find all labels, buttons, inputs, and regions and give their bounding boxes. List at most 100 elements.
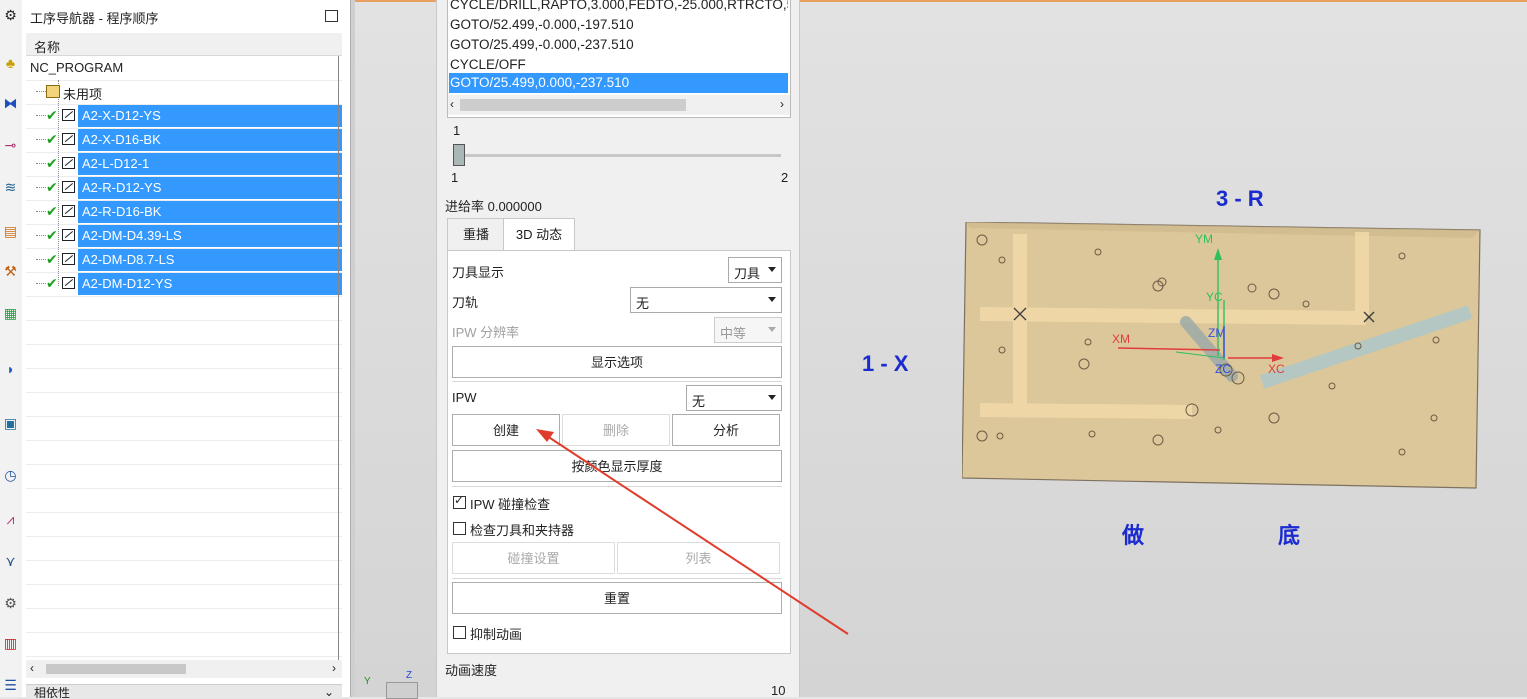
path-icon[interactable]: ⩘ (1, 510, 20, 529)
xc-label: XC (1268, 362, 1285, 376)
slider-track[interactable] (457, 154, 781, 157)
ipw-resolution-label: IPW 分辨率 (452, 325, 520, 340)
ipw-select[interactable]: 无 (686, 385, 782, 411)
tree-row-op[interactable]: ✔ A2-DM-D4.39-LS (26, 224, 342, 249)
clock-icon[interactable]: ◷ (1, 466, 20, 485)
scroll-right-icon[interactable]: › (780, 97, 784, 111)
code-line[interactable]: GOTO/52.499,-0.000,-197.510 (449, 15, 788, 35)
triad-z-label: Z (406, 670, 413, 681)
maximize-icon[interactable] (325, 10, 338, 22)
tool-icon[interactable]: ⚒ (1, 262, 20, 281)
tool-display-value: 刀具 (734, 266, 761, 281)
display-options-button[interactable]: 显示选项 (452, 346, 782, 378)
empty-row (26, 632, 342, 657)
fixture-icon[interactable]: ⚙ (1, 594, 20, 613)
tree-row-op[interactable]: ✔ A2-X-D16-BK (26, 128, 342, 153)
tree-row-unused[interactable]: 未用项 (26, 80, 342, 105)
unused-label: 未用项 (63, 87, 103, 102)
selection-highlight: A2-L-D12-1 (78, 153, 342, 175)
scroll-thumb[interactable] (460, 99, 686, 111)
triad-y-label: Y (364, 676, 371, 687)
xm-axis (1117, 347, 1221, 351)
empty-row (26, 296, 342, 321)
scroll-right-icon[interactable]: › (332, 661, 336, 675)
suppress-animation-checkbox[interactable] (453, 626, 466, 639)
block-icon[interactable]: ▤ (1, 222, 20, 241)
operation-icon[interactable]: ≋ (1, 178, 20, 197)
toolpath-value: 无 (636, 296, 650, 311)
horizontal-scrollbar[interactable]: ‹ › (26, 660, 342, 678)
report-icon[interactable]: ▥ (1, 634, 20, 653)
folder-icon (46, 85, 60, 98)
ipw-collision-checkbox[interactable] (453, 493, 466, 509)
arrow-shaft (543, 433, 849, 635)
operation-label: A2-DM-D4.39-LS (82, 228, 182, 243)
selection-highlight: A2-DM-D8.7-LS (78, 249, 342, 271)
xm-label: XM (1112, 332, 1130, 346)
column-header-name[interactable]: 名称 (26, 33, 342, 56)
assembly-icon[interactable]: ♣ (1, 54, 20, 73)
tool-display-select[interactable]: 刀具 (728, 257, 782, 283)
view-triad[interactable]: Y Z (360, 668, 420, 699)
tab-3d-dynamic[interactable]: 3D 动态 (503, 218, 575, 251)
code-line[interactable]: GOTO/25.499,-0.000,-237.510 (449, 35, 788, 55)
slider-thumb[interactable] (453, 144, 465, 166)
operation-label: A2-R-D12-YS (82, 180, 162, 195)
ipw-resolution-select[interactable]: 中等 (714, 317, 782, 343)
tree-row-op[interactable]: ✔ A2-R-D12-YS (26, 176, 342, 201)
toolpath-select[interactable]: 无 (630, 287, 782, 313)
check-icon: ✔ (46, 203, 58, 219)
root-label: NC_PROGRAM (30, 60, 124, 75)
dependency-panel-header[interactable]: 相依性 ⌄ (26, 684, 342, 699)
check-tool-holder-checkbox[interactable] (453, 522, 466, 535)
divider (452, 381, 782, 382)
diag-axis (1175, 351, 1225, 359)
yc-label: YC (1206, 290, 1223, 304)
operation-icon (62, 181, 75, 193)
check-icon: ✔ (46, 155, 58, 171)
tree-row-op[interactable]: ✔ A2-L-D12-1 (26, 152, 342, 177)
scroll-thumb[interactable] (46, 664, 186, 674)
arrow-head-icon (536, 429, 554, 442)
tree-row-root[interactable]: NC_PROGRAM (26, 56, 342, 81)
cube-icon[interactable]: ▦ (1, 304, 20, 323)
list-icon[interactable]: ☰ (1, 676, 20, 695)
wave-icon[interactable]: ◗ (1, 360, 20, 379)
operation-label: A2-DM-D8.7-LS (82, 252, 175, 267)
scroll-left-icon[interactable]: ‹ (30, 661, 34, 675)
tree-row-op[interactable]: ✔ A2-X-D12-YS (26, 104, 342, 129)
probe-icon[interactable]: ⋎ (1, 552, 20, 571)
empty-row (26, 320, 342, 345)
tree-branch (36, 91, 46, 92)
empty-row (26, 464, 342, 489)
operation-icon (62, 277, 75, 289)
document-icon[interactable]: ▣ (1, 414, 20, 433)
settings-icon[interactable]: ⚙ (1, 6, 20, 25)
toolpath-listing[interactable]: CYCLE/DRILL,RAPTO,3.000,FEDTO,-25.000,RT… (447, 0, 791, 118)
tree-row-op[interactable]: ✔ A2-DM-D12-YS (26, 272, 342, 297)
zc-label: ZC (1215, 362, 1231, 376)
operation-label: A2-X-D16-BK (82, 132, 161, 147)
code-line-selected[interactable]: GOTO/25.499,0.000,-237.510 (449, 73, 788, 93)
animation-speed-value: 10 (771, 683, 786, 697)
mirror-icon[interactable]: ⧓ (1, 94, 20, 113)
tree-row-op[interactable]: ✔ A2-R-D16-BK (26, 200, 342, 225)
check-icon: ✔ (46, 251, 58, 267)
machine-icon[interactable]: ⊸ (1, 136, 20, 155)
toolpath-label: 刀轨 (452, 295, 479, 310)
listing-hscrollbar[interactable]: ‹ › (448, 95, 790, 115)
scroll-left-icon[interactable]: ‹ (450, 97, 454, 111)
empty-row (26, 392, 342, 417)
splitter[interactable] (350, 0, 355, 697)
check-icon: ✔ (46, 275, 58, 291)
code-line[interactable]: CYCLE/OFF (449, 55, 788, 75)
vertical-scrollbar[interactable] (338, 56, 343, 660)
ipw-value: 无 (692, 394, 706, 409)
tree-row-op[interactable]: ✔ A2-DM-D8.7-LS (26, 248, 342, 273)
slider-min: 1 (451, 170, 459, 185)
selection-highlight: A2-DM-D12-YS (78, 273, 342, 295)
tab-replay[interactable]: 重播 (447, 218, 505, 251)
slider-value: 1 (453, 123, 461, 138)
code-line[interactable]: CYCLE/DRILL,RAPTO,3.000,FEDTO,-25.000,RT… (449, 0, 788, 15)
dependency-label: 相依性 (34, 687, 71, 698)
